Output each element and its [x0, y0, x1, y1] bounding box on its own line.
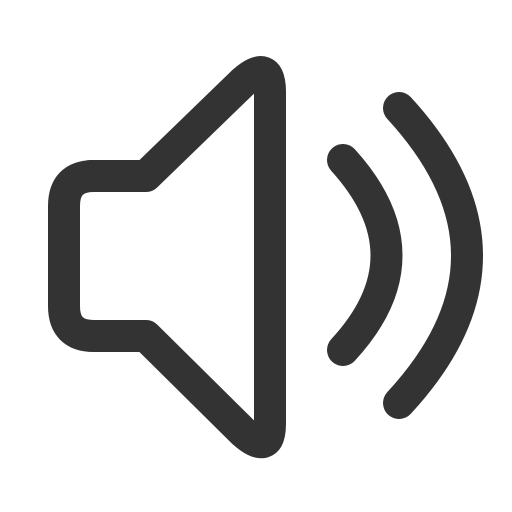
speaker-volume-icon-svg [48, 56, 483, 459]
speaker-body-icon [48, 56, 286, 459]
speaker-volume-icon[interactable] [0, 0, 512, 512]
icon-canvas [0, 0, 512, 512]
sound-wave-large-icon [383, 92, 483, 419]
sound-wave-small-icon [327, 144, 403, 366]
